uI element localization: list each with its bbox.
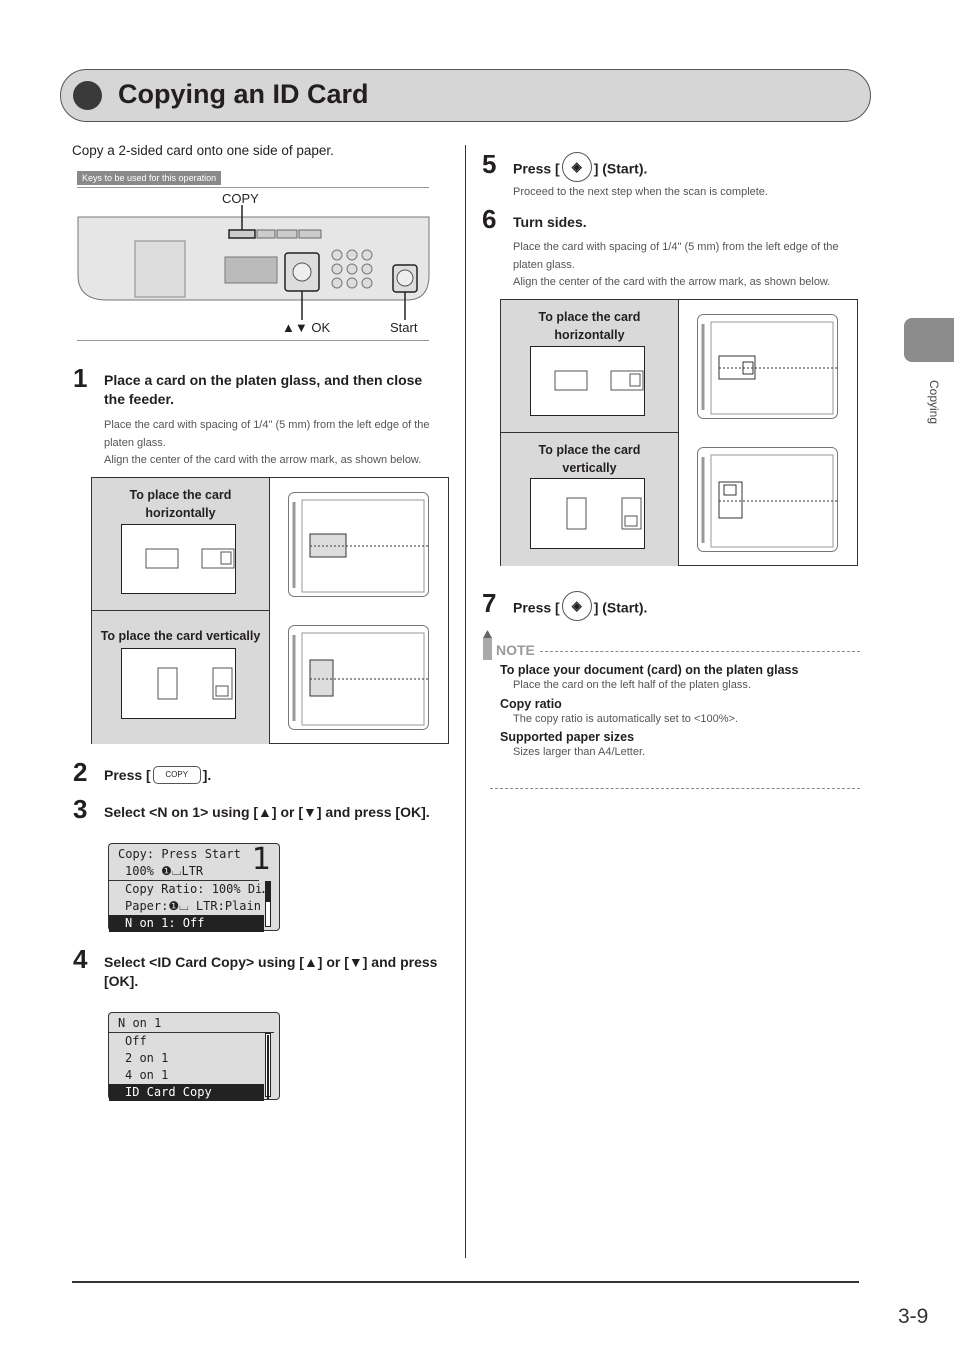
lcd-menu-item-selected[interactable]: N on 1: Off <box>109 915 264 932</box>
horizontal-card-diagram <box>121 524 236 594</box>
platen-horizontal-illustration <box>697 314 838 419</box>
vertical-card-diagram <box>530 478 645 549</box>
note-divider <box>540 651 860 652</box>
lcd-scrollbar[interactable] <box>265 1033 271 1099</box>
step-body: Place the card with spacing of 1/4" (5 m… <box>513 239 863 292</box>
ok-key-label: ▲▼ OK <box>282 320 331 335</box>
vertical-caption: To place the card vertically <box>100 629 261 643</box>
start-key-icon: ◈ <box>561 591 592 621</box>
step-title: Press [◈] (Start). <box>513 152 648 182</box>
step-text: ]. <box>202 767 212 783</box>
note-label: NOTE <box>496 642 535 658</box>
step-title: Press [COPY]. <box>104 765 212 785</box>
step-title: Press [◈] (Start). <box>513 591 648 621</box>
divider <box>77 187 429 188</box>
horizontal-cell: To place the card horizontally <box>92 478 270 611</box>
page-title: Copying an ID Card <box>118 79 369 109</box>
step-text: ] (Start). <box>593 160 648 177</box>
note-text: Sizes larger than A4/Letter. <box>513 746 646 758</box>
lcd-screen-n-on-1: N on 1 Off 2 on 1 4 on 1 ID Card Copy <box>108 1012 280 1101</box>
lcd-menu-item[interactable]: 2 on 1 <box>109 1050 279 1067</box>
step-text: Press [ <box>513 160 560 177</box>
step-text: Press [ <box>513 599 560 616</box>
step-number: 7 <box>482 588 497 618</box>
lcd-menu-item[interactable]: 4 on 1 <box>109 1067 279 1084</box>
lcd-line: 100% ❶⌴LTR <box>109 863 259 881</box>
step-number: 3 <box>73 794 88 824</box>
step-body: Proceed to the next step when the scan i… <box>513 186 768 198</box>
start-key-label: Start <box>390 320 418 335</box>
page-number: 3-9 <box>898 1305 929 1328</box>
control-panel-illustration <box>77 205 430 320</box>
platen-vertical-illustration <box>697 447 838 552</box>
page-header: Copying an ID Card <box>60 69 871 122</box>
horizontal-card-diagram <box>530 346 645 416</box>
note-divider <box>490 788 860 789</box>
lcd-scrollbar[interactable] <box>265 881 271 927</box>
lcd-menu-item[interactable]: Off <box>109 1033 279 1050</box>
step-body-line: Align the center of the card with the ar… <box>513 276 831 288</box>
step-number: 5 <box>482 149 497 179</box>
placement-table-step1: To place the card horizontally To place … <box>91 477 449 744</box>
column-divider <box>465 145 466 1258</box>
side-tab-label: Copying <box>927 379 942 425</box>
platen-vertical-illustration <box>288 625 429 730</box>
vertical-cell: To place the card vertically <box>501 433 679 566</box>
header-bullet-icon <box>73 81 102 110</box>
placement-table-step6: To place the card horizontally To place … <box>500 299 858 566</box>
copy-key-label: COPY <box>222 191 259 206</box>
step-text: Press [ <box>104 767 151 783</box>
vertical-card-diagram <box>121 648 236 719</box>
step-body-line: Place the card with spacing of 1/4" (5 m… <box>104 419 430 449</box>
vertical-cell: To place the card vertically <box>92 611 270 744</box>
intro-text: Copy a 2-sided card onto one side of pap… <box>72 143 334 158</box>
step-title: Turn sides. <box>513 214 587 230</box>
step-body-line: Place the card with spacing of 1/4" (5 m… <box>513 241 839 271</box>
lcd-menu-item-selected[interactable]: ID Card Copy <box>109 1084 264 1101</box>
lcd-title: N on 1 <box>109 1013 274 1033</box>
copy-count: 1 <box>251 842 271 877</box>
step-body: Place the card with spacing of 1/4" (5 m… <box>104 417 452 470</box>
vertical-caption: To place the card vertically <box>538 443 641 475</box>
divider <box>77 340 429 341</box>
side-tab[interactable] <box>904 318 954 362</box>
step-number: 4 <box>73 944 88 974</box>
note-text: Place the card on the left half of the p… <box>513 679 751 691</box>
note-content: To place your document (card) on the pla… <box>500 663 860 762</box>
lcd-menu-item[interactable]: Paper:❶⌴ LTR:Plain <box>109 898 279 915</box>
note-heading: Supported paper sizes <box>500 730 635 744</box>
note-heading: To place your document (card) on the pla… <box>500 663 799 677</box>
copy-key-icon: COPY <box>152 765 201 784</box>
step-body-line: Align the center of the card with the ar… <box>104 454 422 466</box>
step-number: 1 <box>73 363 88 393</box>
horizontal-caption: To place the card horizontally <box>129 488 232 520</box>
lcd-menu-item[interactable]: Copy Ratio: 100% Di… <box>109 881 279 898</box>
lcd-screen-copy: Copy: Press Start 100% ❶⌴LTR 1 Copy Rati… <box>108 842 280 932</box>
horizontal-caption: To place the card horizontally <box>538 310 641 342</box>
note-text: The copy ratio is automatically set to <… <box>513 712 739 725</box>
step-number: 6 <box>482 204 497 234</box>
step-text: ] (Start). <box>593 599 648 616</box>
platen-horizontal-illustration <box>288 492 429 597</box>
footer-rule <box>72 1281 859 1283</box>
keys-label: Keys to be used for this operation <box>77 171 222 185</box>
step-title: Select <ID Card Copy> using [▲] or [▼] a… <box>104 954 438 989</box>
horizontal-cell: To place the card horizontally <box>501 300 679 433</box>
step-number: 2 <box>73 757 88 787</box>
pencil-icon <box>483 630 492 660</box>
step-title: Place a card on the platen glass, and th… <box>104 372 423 407</box>
start-key-icon: ◈ <box>561 152 592 182</box>
step-title: Select <N on 1> using [▲] or [▼] and pre… <box>104 804 430 820</box>
note-heading: Copy ratio <box>500 696 562 711</box>
